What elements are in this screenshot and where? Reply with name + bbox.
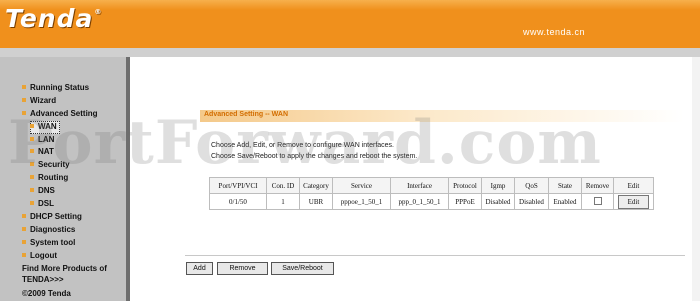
sidebar-item-wan[interactable]: WAN xyxy=(30,121,57,133)
sidebar-item-nat[interactable]: NAT xyxy=(30,146,54,158)
cell-qos: Disabled xyxy=(514,193,549,210)
edit-button[interactable]: Edit xyxy=(618,194,649,209)
table-header-row: Port/VPI/VCI Con. ID Category Service In… xyxy=(209,177,654,194)
remove-checkbox[interactable] xyxy=(593,196,602,205)
bullet-icon xyxy=(30,124,34,128)
copyright: ©2009 Tenda xyxy=(22,289,71,298)
sidebar-item-running-status[interactable]: Running Status xyxy=(22,82,89,94)
tenda-logo: Tenda® xyxy=(5,4,103,33)
bullet-icon xyxy=(30,149,34,153)
column-header: Igmp xyxy=(481,177,515,194)
sidebar-item-wizard[interactable]: Wizard xyxy=(22,95,56,107)
bullet-icon xyxy=(22,85,26,89)
sidebar-item-dhcp-setting[interactable]: DHCP Setting xyxy=(22,211,82,223)
add-button[interactable]: Add xyxy=(186,262,213,275)
sidebar-item-routing[interactable]: Routing xyxy=(30,172,68,184)
cell-protocol: PPPoE xyxy=(448,193,482,210)
column-header: Protocol xyxy=(448,177,482,194)
bullet-icon xyxy=(22,240,26,244)
header-divider-band xyxy=(0,48,700,57)
bullet-icon xyxy=(22,253,26,257)
description-line-2: Choose Save/Reboot to apply the changes … xyxy=(211,153,418,160)
column-header: Edit xyxy=(613,177,654,194)
registered-mark: ® xyxy=(94,8,103,16)
column-header: Con. ID xyxy=(266,177,300,194)
sidebar-item-advanced-setting[interactable]: Advanced Setting xyxy=(22,108,98,120)
column-header: Interface xyxy=(390,177,449,194)
save-reboot-button[interactable]: Save/Reboot xyxy=(271,262,334,275)
section-title: Advanced Setting -- WAN xyxy=(204,111,289,118)
bullet-icon xyxy=(22,227,26,231)
bullet-icon xyxy=(30,137,34,141)
find-more-products-line1: Find More Products of xyxy=(22,264,107,273)
site-url: www.tenda.cn xyxy=(522,27,585,37)
sidebar-separator xyxy=(126,57,130,301)
bullet-icon xyxy=(22,214,26,218)
cell-remove xyxy=(581,193,614,210)
description-line-1: Choose Add, Edit, or Remove to configure… xyxy=(211,142,394,149)
bottom-divider xyxy=(185,255,685,256)
cell-con-id: 1 xyxy=(266,193,300,210)
sidebar-item-security[interactable]: Security xyxy=(30,159,70,171)
sidebar-item-diagnostics[interactable]: Diagnostics xyxy=(22,224,75,236)
sidebar-item-system-tool[interactable]: System tool xyxy=(22,237,75,249)
table-row: 0/1/50 1 UBR pppoe_1_50_1 ppp_0_1_50_1 P… xyxy=(209,193,654,210)
find-more-products-link[interactable]: Find More Products of TENDA>>> xyxy=(22,263,107,285)
cell-igmp: Disabled xyxy=(481,193,515,210)
bullet-icon xyxy=(30,175,34,179)
bullet-icon xyxy=(22,111,26,115)
remove-button[interactable]: Remove xyxy=(217,262,268,275)
header-banner: Tenda® www.tenda.cn xyxy=(0,0,700,48)
cell-category: UBR xyxy=(299,193,333,210)
column-header: State xyxy=(548,177,582,194)
bullet-icon xyxy=(30,162,34,166)
sidebar-item-dns[interactable]: DNS xyxy=(30,185,55,197)
sidebar-item-dsl[interactable]: DSL xyxy=(30,198,54,210)
bullet-icon xyxy=(30,188,34,192)
wan-interfaces-table: Port/VPI/VCI Con. ID Category Service In… xyxy=(209,177,654,210)
column-header: QoS xyxy=(514,177,549,194)
cell-state: Enabled xyxy=(548,193,582,210)
bullet-icon xyxy=(22,98,26,102)
cell-port-vpi-vci: 0/1/50 xyxy=(209,193,267,210)
sidebar-item-logout[interactable]: Logout xyxy=(22,250,57,262)
sidebar-item-lan[interactable]: LAN xyxy=(30,134,54,146)
cell-edit: Edit xyxy=(613,193,654,210)
find-more-products-line2: TENDA>>> xyxy=(22,275,64,284)
bullet-icon xyxy=(30,201,34,205)
cell-service: pppoe_1_50_1 xyxy=(332,193,391,210)
column-header: Port/VPI/VCI xyxy=(209,177,267,194)
column-header: Service xyxy=(332,177,391,194)
cell-interface: ppp_0_1_50_1 xyxy=(390,193,449,210)
header-highlight xyxy=(0,0,700,10)
column-header: Category xyxy=(299,177,333,194)
column-header: Remove xyxy=(581,177,614,194)
content-right-edge xyxy=(692,57,700,301)
